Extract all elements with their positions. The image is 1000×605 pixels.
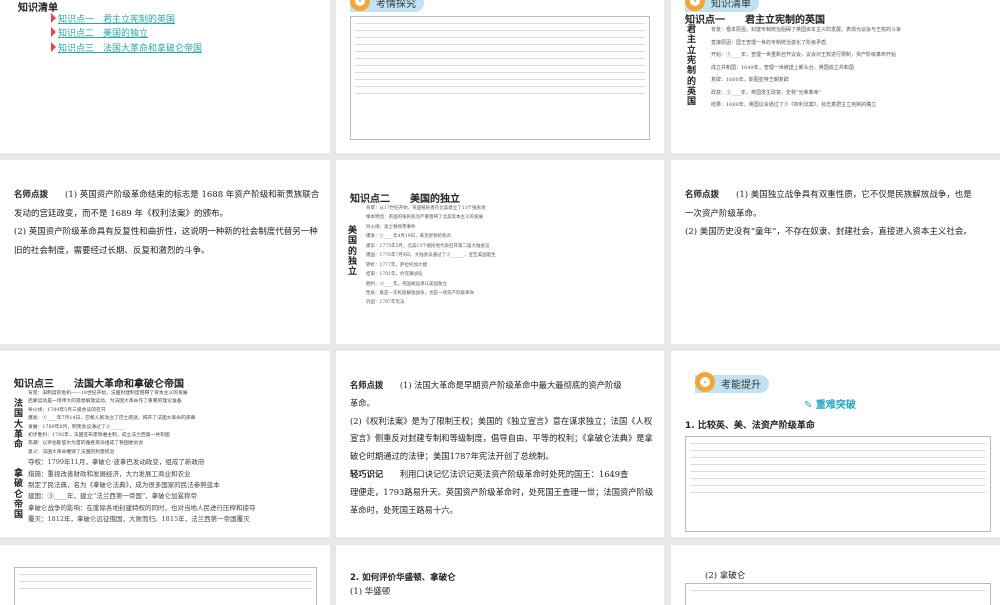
comparison-table [14,567,317,605]
outline-line: 导火线：1789年5月三级会议的召开 [28,407,106,413]
tip-text: (1) 英国资产阶级革命结束的标志是 1688 年资产阶级和新贵族联合发动的宫廷… [14,190,320,219]
outline-line: 夺权：1799年11月，拿破仑·波拿巴发动政变，组成了新政府 [28,458,205,467]
outline-line: 开始：①____年，查理一世重新召开议会，议会对王权进行限制，资产阶级革命开始 [711,52,897,58]
outline-line: 直接原因：国王查理一世的专制统治激化了阶级矛盾 [711,39,827,46]
subsection-label: 重难突破 [815,400,856,411]
vertical-label: 君主立宪制的英国 [687,25,697,108]
knowledge-heading: 知识点三 法国大革命和拿破仑帝国 [14,379,184,390]
vertical-label: 美国的独立 [348,226,358,278]
slide-8[interactable]: 名师点拨 (1) 法国大革命是早期资产阶级革命中最大最彻底的资产阶级革命。 (2)… [336,351,664,537]
outline-line: 转折：1777年，萨拉托加大捷 [366,262,427,268]
outline-line: 发展：1789年8月，制宪会议通过了②______ [28,424,125,430]
memo-label: 轻巧识记 [350,469,384,480]
outline-line: 背景：根本原因，封建专制统治阻碍了英国资本主义的发展，表现为议会与王权的斗争 [711,27,902,33]
outline-line: 拿破仑战争的影响：在废除各地封建特权的同时，也对当地人民进行压榨和掠夺 [28,503,256,512]
outline-line: 性质：既是一次民族解放战争，也是一场资产阶级革命 [366,290,474,296]
tip-text: (2) 美国历史没有“童年”，不存在奴隶、封建社会，直接进入资本主义社会。 [685,227,972,238]
question-heading: 2. 如何评价华盛顿、拿破仑 [350,573,456,583]
exam-table [350,16,650,140]
tip-text: (2) 英国资产阶级革命具有反复性和曲折性，这说明一种新的社会制度代替另一种旧的… [14,227,318,257]
question-heading: 1. 比较英、美、法资产阶级革命 [685,421,815,431]
slide-7[interactable]: 知识点三 法国大革命和拿破仑帝国 法国大革命 拿破仑帝国 背景：旧制度的危机——… [0,351,330,537]
outline-line: 覆灭：1812年，拿破仑远征俄国，大败而归。1815年，法兰西第一帝国覆灭 [28,515,250,523]
outline-line: 背景：旧制度的危机——18世纪开始，法国封建制度阻碍了资本主义的发展 [28,391,188,396]
slide-11[interactable]: 2. 如何评价华盛顿、拿破仑 (1) 华盛顿 [336,545,664,605]
outline-line: 背景：从17世纪开始，英国殖民者在北美建立了13个殖民地 [366,206,486,211]
outline-line: 成立共和国：1649年，查理一世被送上断头台，英国成立共和国 [711,64,854,71]
knowledge-heading: 知识点二 美国的独立 [350,194,460,205]
tip-label: 名师点拨 [14,190,49,200]
tip-text: (1) 法国大革命是早期资产阶级革命中最大最彻底的资产阶级 [399,380,622,390]
link-knowledge-2[interactable]: 知识点二 美国的独立 [58,26,148,39]
outline-line: 结果：1689年，英国议会通过了③《权利法案》，标志着君主立宪制的确立 [711,102,877,108]
link-knowledge-3[interactable]: 知识点三 法国大革命和拿破仑帝国 [58,41,202,54]
vertical-label: 拿破仑帝国 [14,469,24,521]
tip-label: 名师点拨 [685,190,720,200]
memo-text: 利用口诀记忆法识记英法资产阶级革命时处死的国王：1649查 [399,469,629,480]
slide-5[interactable]: 知识点二 美国的独立 美国的独立 背景：从17世纪开始，英国殖民者在北美建立了1… [336,160,664,344]
tip-text: (1) 美国独立战争具有双重性质，它不仅是民族解放战争，也是 [736,190,972,200]
slide-4[interactable]: 名师点拨 (1) 英国资产阶级革命结束的标志是 1688 年资产阶级和新贵族联合… [0,160,330,344]
section-badge: 考能提升 [695,372,769,393]
memo-text: 理便走，1793路易升天。英国资产阶级革命时，处死国王查理一世；法国资产阶级革命… [350,486,654,515]
slide-2[interactable]: 考情探究 [336,0,664,153]
outline-line: 启蒙运动是一场伟大的思想解放运动，为法国大革命作了重要的理论准备 [28,399,182,405]
outline-line: 政变：②____年，英国发生政变，史称“光荣革命” [711,89,822,96]
outline-line: 高潮：以罗伯斯庇尔为首的雅各宾派组成了救国委员会 [28,441,144,447]
vertical-label: 法国大革命 [14,399,24,451]
tip-label: 名师点拨 [350,380,384,390]
outline-line: 初步胜利：1792年，法国宣布废除君主制，成立法兰西第一共和国 [28,432,170,438]
tip-text: 革命。 [350,397,375,408]
tip-text: (2)《权利法案》是为了限制王权；美国的《独立宣言》意在谋求独立；法国《人权宣言… [350,415,653,462]
outline-line: 建国：1776年7月4日，大陆会议通过了②______，宣告美国诞生 [366,253,496,259]
slide-9[interactable]: 考能提升 ✎ 重难突破 1. 比较英、美、法资产阶级革命 [671,351,1000,537]
subsection-title: ✎ 重难突破 [804,400,856,411]
sub-heading: (1) 华盛顿 [350,587,391,597]
outline-line: 复辟：1660年，斯图亚特王朝复辟 [711,77,789,83]
evaluation-table [685,583,991,605]
slide-1[interactable]: 知识清单 知识点一 君主立宪制的英国 知识点二 美国的独立 知识点三 法国大革命… [0,0,330,153]
outline-line: 建军：1775年5月，北美13个殖民地代表召开第二届大陆会议 [366,243,490,249]
link-knowledge-1[interactable]: 知识点一 君主立宪制的英国 [58,12,175,25]
outline-line: 制定了民法典，名为《拿破仑法典》，成为很多国家的民法参照蓝本 [28,480,220,489]
comparison-table [685,436,991,532]
outline-line: 根本原因：英国的殖民统治严重阻碍了北美资本主义的发展 [366,215,483,221]
tip-text: 一次资产阶级革命。 [685,208,762,219]
slide-6[interactable]: 名师点拨 (1) 美国独立战争具有双重性质，它不仅是民族解放战争，也是一次资产阶… [671,160,1000,344]
outline-line: 巩固：1787年宪法 [366,300,405,306]
slide-3[interactable]: 知识清单 知识点一 君主立宪制的英国 君主立宪制的英国 背景：根本原因，封建专制… [671,0,1000,153]
outline-line: 爆发：①____年4月19日，来克星顿的枪声 [366,234,452,240]
sub-heading: (2) 拿破仑 [705,571,746,581]
slide-12[interactable]: (2) 拿破仑 [671,545,1000,605]
outline-line: 胜利：③____年，英国被迫承认美国独立 [366,281,447,287]
outline-line: 导火线：波士顿倾茶事件 [366,224,416,230]
outline-line: 措施：重视改善财政和发展经济，大力发展工商业和农业 [28,469,191,478]
outline-line: 结束：1781年，约克镇战役 [366,272,423,278]
slide-10[interactable] [0,545,330,605]
outline-line: 爆发：①____年7月14日，巴黎人民攻占了巴士底狱，揭开了法国大革命的序幕 [28,416,196,422]
section-badge: 考情探究 [350,0,424,12]
outline-line: 意义：法国大革命摧毁了法国的封建统治 [28,449,115,455]
slide-title: 知识清单 [18,3,58,14]
outline-line: 建国：③____年，建立“法兰西第一帝国”，拿破仑加冕称帝 [28,492,198,501]
